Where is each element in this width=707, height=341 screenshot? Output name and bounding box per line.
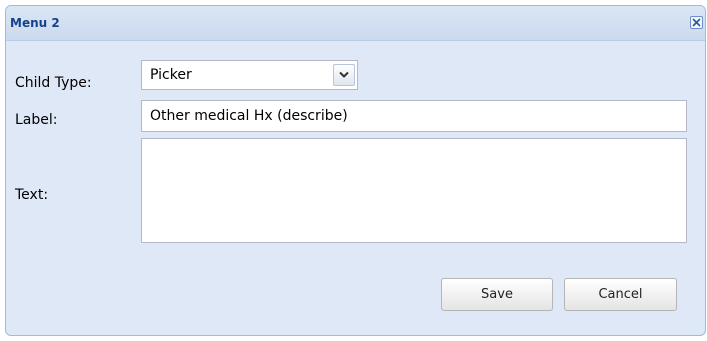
label-field-label: Label: [15, 112, 58, 128]
close-icon [692, 18, 701, 27]
text-textarea[interactable] [141, 138, 687, 243]
text-field-label: Text: [15, 187, 49, 203]
child-type-value: Picker [150, 67, 192, 83]
child-type-dropdown-trigger[interactable] [333, 64, 355, 86]
dialog-title: Menu 2 [10, 16, 60, 30]
label-input[interactable]: Other medical Hx (describe) [141, 100, 687, 132]
close-button[interactable] [690, 16, 703, 29]
cancel-button[interactable]: Cancel [564, 278, 677, 311]
child-type-select[interactable]: Picker [141, 60, 358, 90]
dialog-titlebar[interactable]: Menu 2 [6, 6, 705, 41]
chevron-down-icon [339, 71, 349, 78]
save-button[interactable]: Save [441, 278, 553, 311]
child-type-label: Child Type: [15, 75, 92, 91]
